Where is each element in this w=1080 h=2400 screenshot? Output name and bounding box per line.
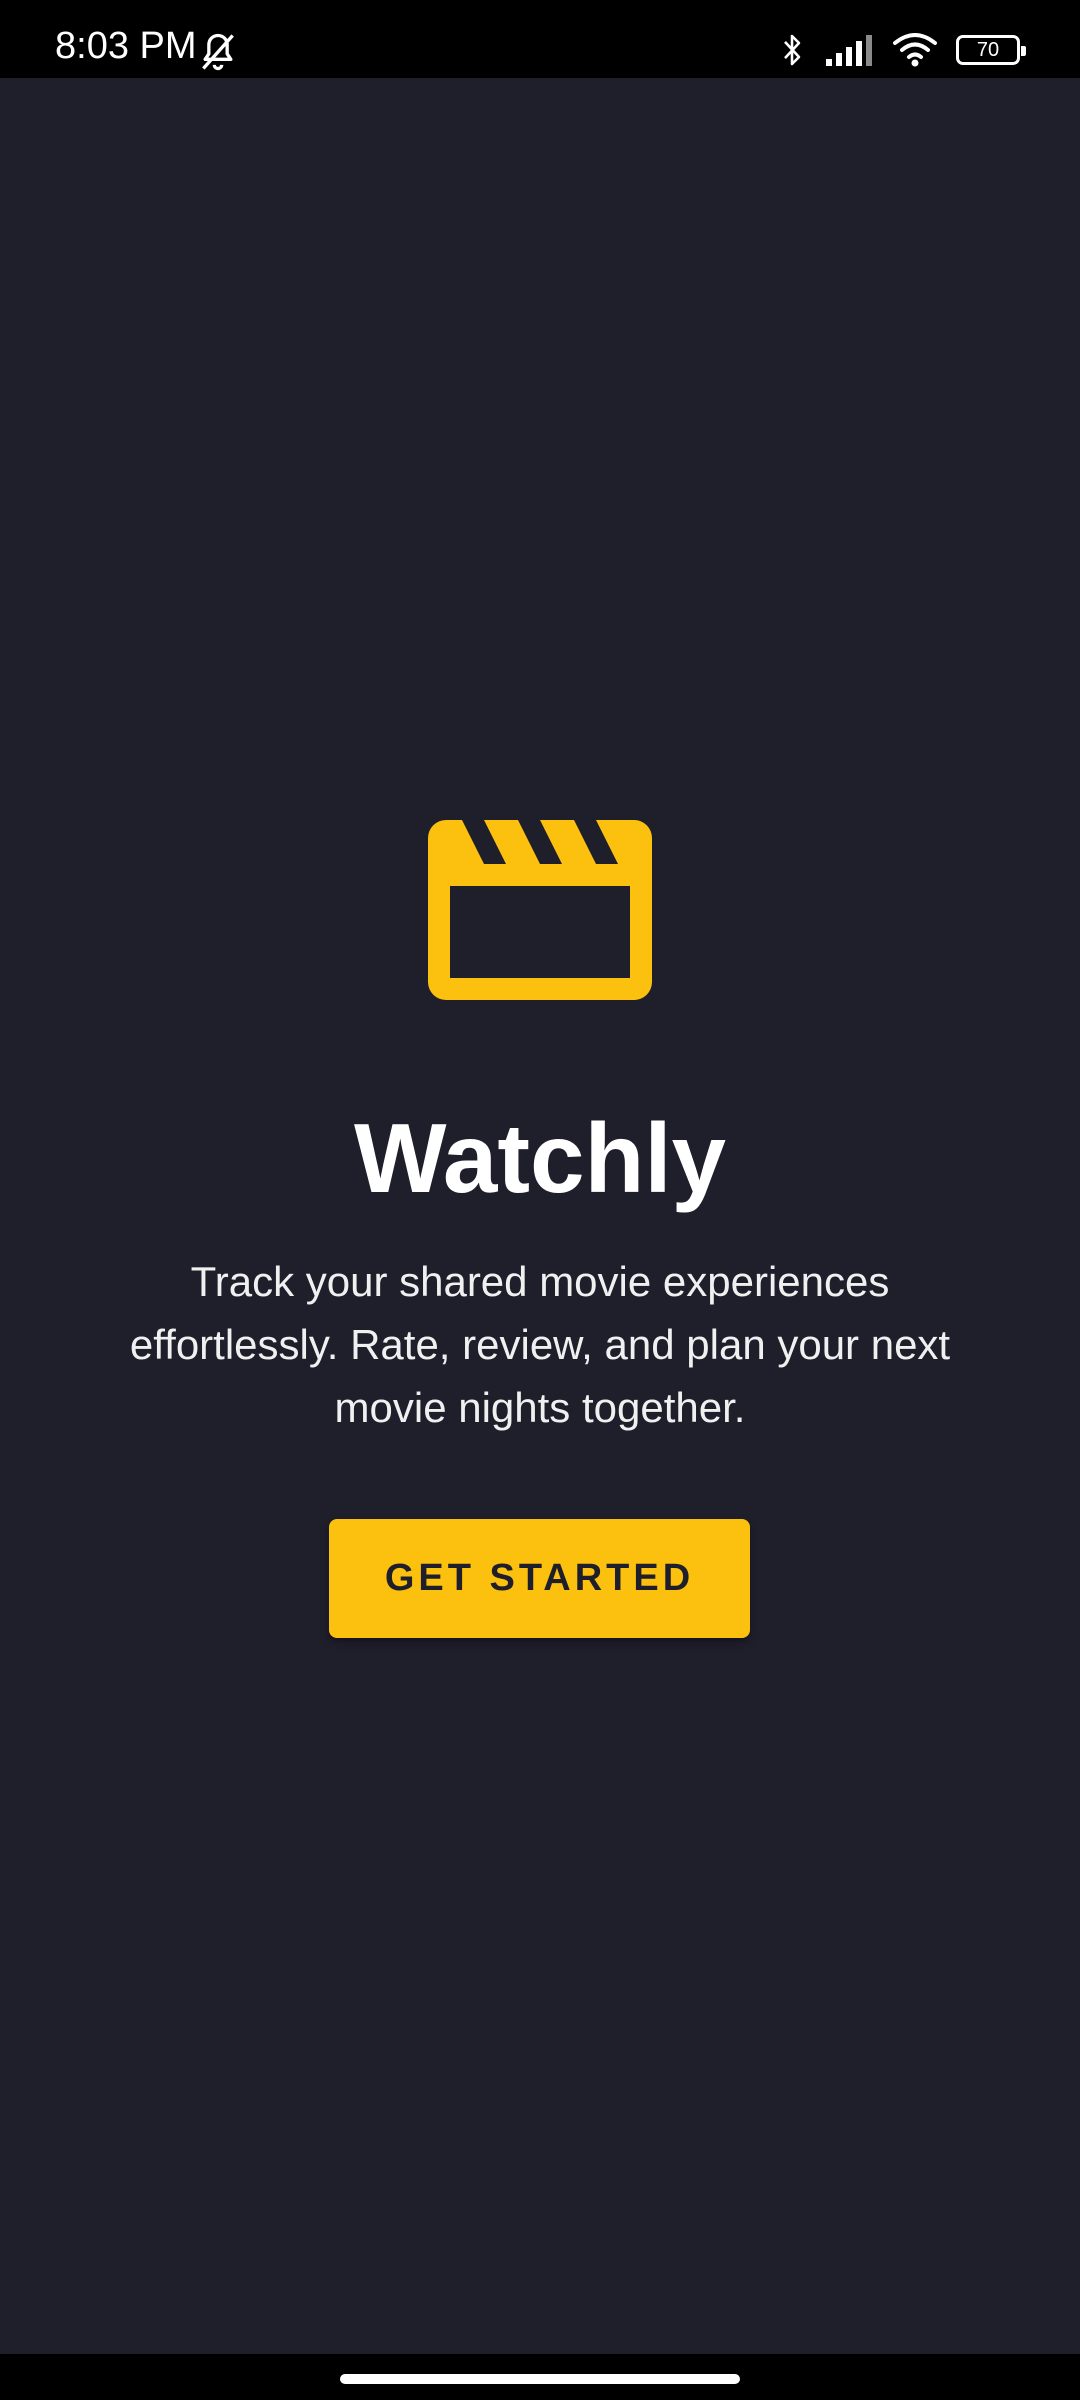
battery-icon: 70: [956, 35, 1026, 65]
navigation-bar: [0, 2354, 1080, 2400]
bell-off-icon: [202, 33, 234, 71]
signal-icon: [826, 35, 872, 66]
status-bar: 8:03 PM 70: [0, 0, 1080, 78]
app-title: Watchly: [353, 1103, 727, 1213]
battery-level: 70: [976, 38, 1000, 61]
status-icons: 70: [778, 28, 1026, 72]
app-tagline: Track your shared movie experiences effo…: [129, 1258, 951, 1431]
get-started-button[interactable]: GET STARTED: [329, 1519, 750, 1638]
status-time: 8:03 PM: [55, 25, 197, 67]
welcome-screen: 8:03 PM 70 Watchly Track your shared mov…: [0, 0, 1080, 2400]
home-indicator[interactable]: [340, 2374, 740, 2384]
clapperboard-icon: [428, 820, 652, 1000]
bluetooth-icon: [784, 34, 801, 66]
wifi-icon: [893, 33, 937, 67]
